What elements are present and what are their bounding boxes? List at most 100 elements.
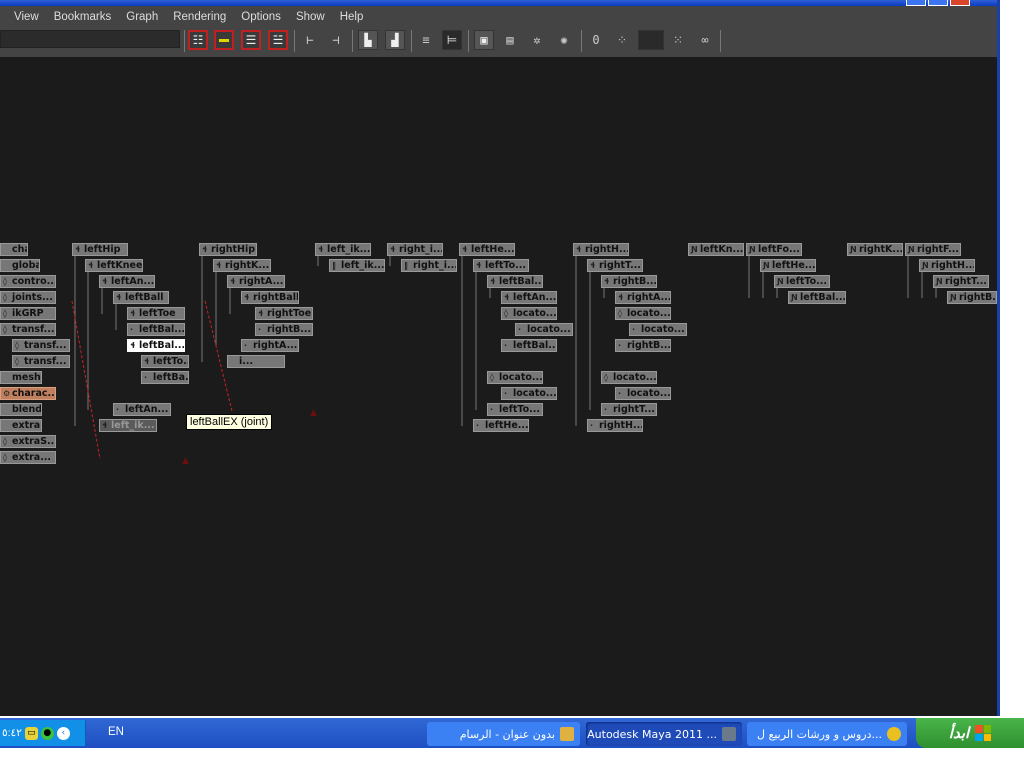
- tray-network-icon[interactable]: ●: [40, 726, 54, 740]
- toggle-swatch-icon[interactable]: ▤: [500, 30, 520, 50]
- task-paint[interactable]: بدون عنوان - الرسام: [427, 722, 580, 746]
- menu-help[interactable]: Help: [340, 11, 364, 23]
- expand-dots-icon[interactable]: ⁙: [668, 30, 688, 50]
- dag-node[interactable]: charac...: [0, 243, 28, 256]
- dag-node[interactable]: ◊ joints...: [0, 291, 56, 304]
- dag-node[interactable]: ƝleftFo...: [746, 243, 802, 256]
- dag-node[interactable]: ɬ rightH...: [573, 243, 629, 256]
- expand-tree-icon[interactable]: ⊣: [326, 30, 346, 50]
- dag-node[interactable]: ◊ extra...: [0, 451, 56, 464]
- dag-node[interactable]: ɬ rightToe: [255, 307, 313, 320]
- dag-node[interactable]: ɬ left_ik...: [99, 419, 157, 432]
- dag-node[interactable]: ◊ transf...: [12, 355, 70, 368]
- dag-node[interactable]: · rightA...: [241, 339, 299, 352]
- dag-node[interactable]: · rightB...: [615, 339, 671, 352]
- scene-hierarchy-icon[interactable]: ≡: [416, 30, 436, 50]
- dag-node[interactable]: ƝleftKn...: [688, 243, 744, 256]
- dag-node[interactable]: · rightH...: [587, 419, 643, 432]
- dag-node[interactable]: · leftBal...: [501, 339, 557, 352]
- tray-expand-icon[interactable]: ‹: [56, 726, 70, 740]
- dag-node[interactable]: ◊ extraS...: [0, 435, 56, 448]
- layout-icon[interactable]: ▣: [474, 30, 494, 50]
- dag-node[interactable]: ɬ rightA...: [227, 275, 285, 288]
- dag-node[interactable]: extra...: [0, 419, 42, 432]
- frame-hierarchy-icon[interactable]: ☰: [241, 30, 261, 50]
- dag-node[interactable]: ƝleftTo...: [774, 275, 830, 288]
- dag-node[interactable]: ɬ leftBall: [113, 291, 169, 304]
- dag-node[interactable]: ɬ rightT...: [587, 259, 643, 272]
- dag-node[interactable]: ⚙ charac...: [0, 387, 56, 400]
- dag-node[interactable]: ◊ contro...: [0, 275, 56, 288]
- dag-node[interactable]: ɬ rightA...: [615, 291, 671, 304]
- dag-node[interactable]: meshG...: [0, 371, 42, 384]
- dag-node[interactable]: ɬ leftHip: [72, 243, 128, 256]
- dag-node[interactable]: · leftAn...: [113, 403, 171, 416]
- infinity-dots-icon[interactable]: ∞: [695, 30, 715, 50]
- dag-node[interactable]: ◊ locato...: [501, 307, 557, 320]
- hypergraph-canvas[interactable]: ▲ ▲ charac... global... ◊ contro... ◊ joints.…: [0, 57, 997, 716]
- dag-node[interactable]: ɬ leftToe: [127, 307, 185, 320]
- start-button[interactable]: ابدأ: [916, 718, 1024, 748]
- dag-node[interactable]: ‖ left_ik...: [329, 259, 385, 272]
- dag-node[interactable]: ɬ right_i...: [387, 243, 443, 256]
- dag-node[interactable]: ƝrightF...: [905, 243, 961, 256]
- dag-node[interactable]: · locato...: [501, 387, 557, 400]
- dag-node[interactable]: ◊ locato...: [615, 307, 671, 320]
- dag-node[interactable]: ƝrightH...: [919, 259, 975, 272]
- dag-node[interactable]: ɬleftTo...: [473, 259, 529, 272]
- dag-node[interactable]: ◊ transf...: [0, 323, 56, 336]
- dag-node[interactable]: · locato...: [615, 387, 671, 400]
- dag-node[interactable]: i...: [227, 355, 285, 368]
- dag-node[interactable]: ɬ left_ik...: [315, 243, 371, 256]
- sparkle-large-icon[interactable]: ✺: [554, 30, 574, 50]
- dag-node[interactable]: · rightB...: [255, 323, 313, 336]
- dag-node[interactable]: blendS...: [0, 403, 42, 416]
- dag-node[interactable]: ɬ rightK...: [213, 259, 271, 272]
- collapse-tree-icon[interactable]: ⊢: [300, 30, 320, 50]
- dag-node[interactable]: · rightT...: [601, 403, 657, 416]
- language-indicator[interactable]: EN: [108, 726, 124, 738]
- menu-view[interactable]: View: [14, 11, 39, 23]
- dag-node[interactable]: ɬ leftAn...: [99, 275, 155, 288]
- empty-swatch-icon[interactable]: [638, 30, 664, 50]
- dag-node[interactable]: ɬ leftBal...: [487, 275, 543, 288]
- dag-node[interactable]: ◊ transf...: [12, 339, 70, 352]
- menu-rendering[interactable]: Rendering: [173, 11, 226, 23]
- dag-node[interactable]: ɬ rightBall: [241, 291, 299, 304]
- dag-node[interactable]: · leftBal...: [127, 323, 185, 336]
- dag-node[interactable]: ƝrightB...: [947, 291, 997, 304]
- dag-node[interactable]: ƝleftBal...: [788, 291, 846, 304]
- dag-node[interactable]: global...: [0, 259, 40, 272]
- dag-node[interactable]: · leftBa...: [141, 371, 189, 384]
- list-view-icon[interactable]: ☷: [188, 30, 208, 50]
- sparkle-icon[interactable]: ✲: [527, 30, 547, 50]
- add-bookmark-icon[interactable]: ▙: [358, 30, 378, 50]
- dag-node[interactable]: ɬ leftKnee: [85, 259, 143, 272]
- numeric-level-icon[interactable]: 0: [586, 30, 606, 50]
- dag-node[interactable]: ƝrightK...: [847, 243, 903, 256]
- dag-node[interactable]: · locato...: [629, 323, 687, 336]
- dag-node[interactable]: · leftHe...: [473, 419, 529, 432]
- dag-node[interactable]: ɬleftTo...: [141, 355, 189, 368]
- search-input[interactable]: [0, 30, 180, 48]
- menu-graph[interactable]: Graph: [126, 11, 158, 23]
- task-chrome[interactable]: دروس و ورشات الربيع ل...: [747, 722, 907, 746]
- dag-node[interactable]: ◊ locato...: [487, 371, 543, 384]
- dag-node[interactable]: ɬ leftHe...: [459, 243, 515, 256]
- bookmark-editor-icon[interactable]: ▟: [385, 30, 405, 50]
- frame-selection-icon[interactable]: [214, 30, 234, 50]
- dag-node[interactable]: ɬ rightB...: [601, 275, 657, 288]
- menu-bookmarks[interactable]: Bookmarks: [54, 11, 112, 23]
- frame-branch-icon[interactable]: ☱: [268, 30, 288, 50]
- dag-node[interactable]: ◊ ikGRP: [0, 307, 56, 320]
- dag-node[interactable]: · leftTo...: [487, 403, 543, 416]
- dag-node[interactable]: ƝrightT...: [933, 275, 989, 288]
- dag-node[interactable]: ‖ right_i...: [401, 259, 457, 272]
- menu-options[interactable]: Options: [241, 11, 281, 23]
- tray-app-icon[interactable]: ▭: [24, 726, 38, 740]
- dag-node[interactable]: ɬ leftBal...: [127, 339, 185, 352]
- dag-node[interactable]: ◊ locato...: [601, 371, 657, 384]
- dots-grid-icon[interactable]: ⁘: [612, 30, 632, 50]
- dag-node[interactable]: · locato...: [515, 323, 573, 336]
- dag-node[interactable]: ɬ leftAn...: [501, 291, 557, 304]
